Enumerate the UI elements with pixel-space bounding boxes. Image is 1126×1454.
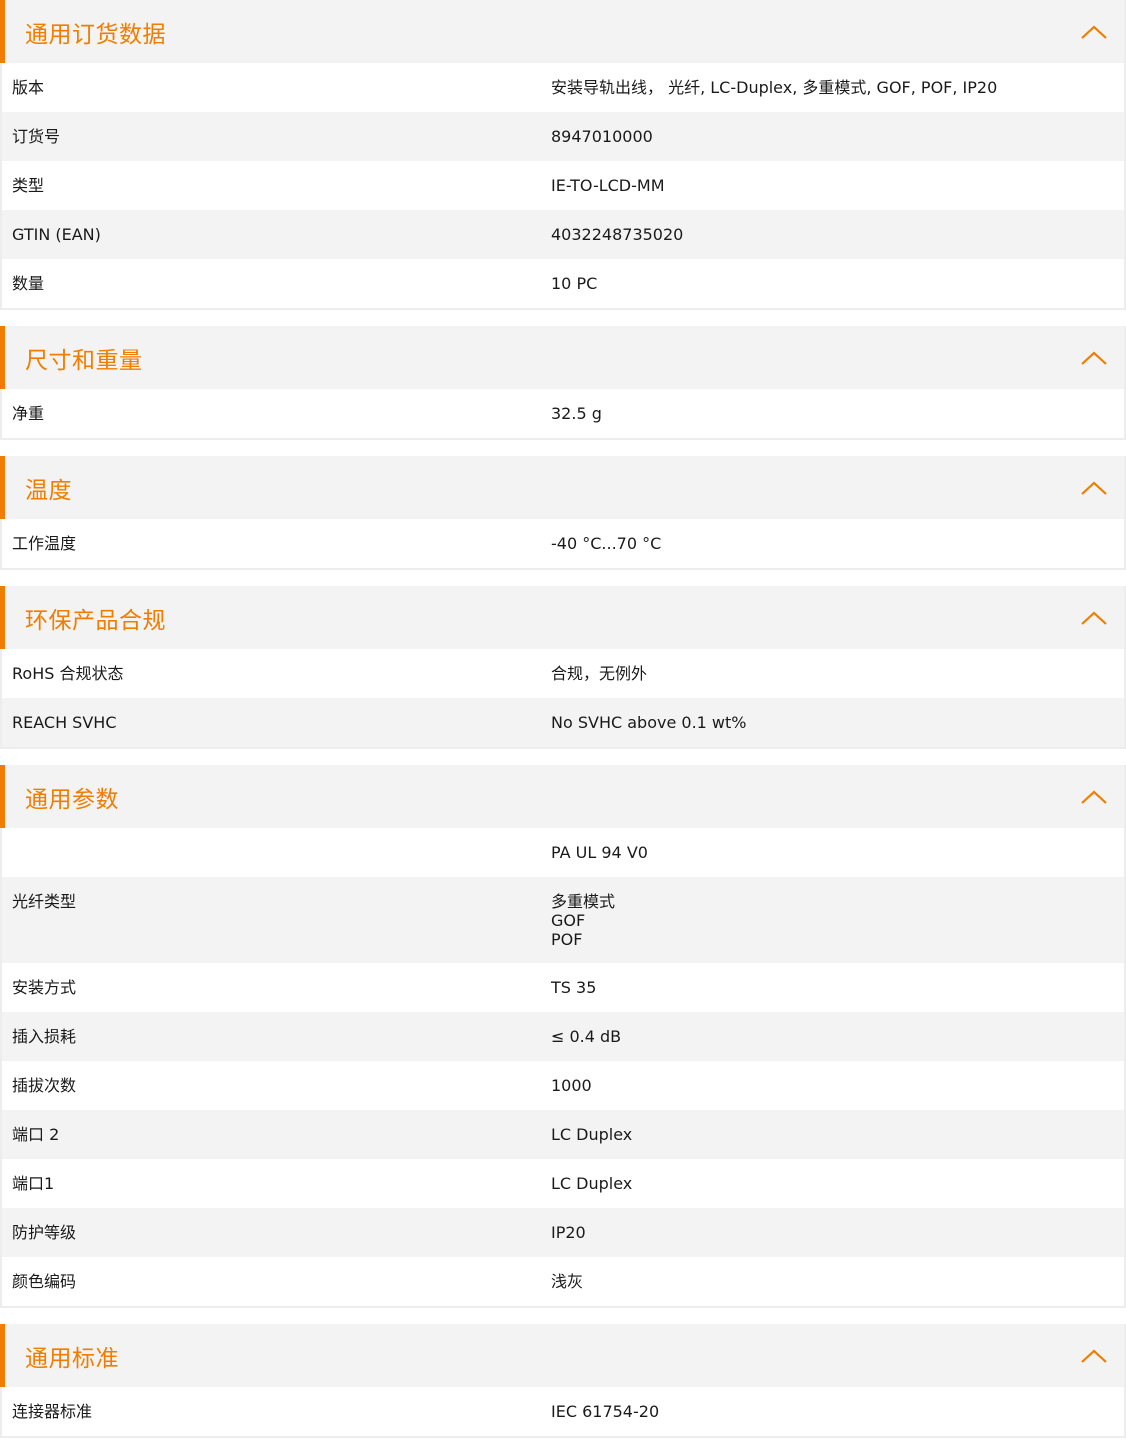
table-row: 端口 2 LC Duplex	[2, 1110, 1124, 1159]
row-label: 端口 2	[12, 1125, 60, 1144]
section-header[interactable]: 通用订货数据	[0, 0, 1124, 63]
table-row: 版本 安装导轨出线， 光纤, LC-Duplex, 多重模式, GOF, POF…	[2, 63, 1124, 112]
row-value: 1000	[551, 1076, 592, 1095]
chevron-up-icon[interactable]	[1080, 24, 1108, 40]
section-header[interactable]: 通用标准	[0, 1324, 1124, 1387]
section-title: 环保产品合规	[25, 607, 166, 634]
section-title: 温度	[25, 477, 72, 504]
section-general-order-data: 通用订货数据 版本 安装导轨出线， 光纤, LC-Duplex, 多重模式, G…	[0, 0, 1126, 310]
row-label: 净重	[12, 404, 45, 423]
row-value: 多重模式 GOF POF	[551, 892, 616, 949]
table-row: 类型 IE-TO-LCD-MM	[2, 161, 1124, 210]
section-title: 通用标准	[25, 1345, 119, 1372]
table-row: 工作温度 -40 °C...70 °C	[2, 519, 1124, 568]
row-value: 浅灰	[551, 1272, 584, 1291]
row-value: 10 PC	[551, 274, 598, 293]
row-value: IP20	[551, 1223, 586, 1242]
table-row: 颜色编码 浅灰	[2, 1257, 1124, 1306]
chevron-up-icon[interactable]	[1080, 610, 1108, 626]
table-row: 插拔次数 1000	[2, 1061, 1124, 1110]
section-environmental-compliance: 环保产品合规 RoHS 合规状态 合规，无例外 REACH SVHC No SV…	[0, 586, 1126, 749]
table-row: RoHS 合规状态 合规，无例外	[2, 649, 1124, 698]
row-value: TS 35	[551, 978, 597, 997]
row-value: 32.5 g	[551, 404, 602, 423]
section-dimensions-weight: 尺寸和重量 净重 32.5 g	[0, 326, 1126, 440]
row-label: 插拔次数	[12, 1076, 77, 1095]
table-row: 光纤类型 多重模式 GOF POF	[2, 877, 1124, 963]
row-value: ≤ 0.4 dB	[551, 1027, 622, 1046]
row-value: LC Duplex	[551, 1125, 633, 1144]
table-row: 插入损耗 ≤ 0.4 dB	[2, 1012, 1124, 1061]
table-row: REACH SVHC No SVHC above 0.1 wt%	[2, 698, 1124, 747]
section-title: 通用参数	[25, 786, 119, 813]
row-label: GTIN (EAN)	[12, 225, 101, 244]
row-value: 安装导轨出线， 光纤, LC-Duplex, 多重模式, GOF, POF, I…	[551, 78, 998, 97]
row-label: 安装方式	[12, 978, 77, 997]
row-label	[2, 828, 541, 877]
section-header[interactable]: 通用参数	[0, 765, 1124, 828]
table-row: 安装方式 TS 35	[2, 963, 1124, 1012]
row-label: RoHS 合规状态	[12, 664, 124, 683]
table-row: 数量 10 PC	[2, 259, 1124, 308]
row-value: No SVHC above 0.1 wt%	[551, 713, 747, 732]
row-value: PA UL 94 V0	[551, 843, 648, 862]
table-row: 端口1 LC Duplex	[2, 1159, 1124, 1208]
row-label: 数量	[12, 274, 45, 293]
chevron-up-icon[interactable]	[1080, 480, 1108, 496]
row-value: 4032248735020	[551, 225, 684, 244]
row-value: 合规，无例外	[551, 664, 648, 683]
table-row: 订货号 8947010000	[2, 112, 1124, 161]
row-label: 防护等级	[12, 1223, 77, 1242]
section-title: 通用订货数据	[25, 21, 166, 48]
row-label: 插入损耗	[12, 1027, 77, 1046]
section-general-parameters: 通用参数 PA UL 94 V0 光纤类型 多重模式 GOF POF 安装方式 …	[0, 765, 1126, 1308]
row-value: LC Duplex	[551, 1174, 633, 1193]
table-row: 连接器标准 IEC 61754-20	[2, 1387, 1124, 1436]
section-header[interactable]: 尺寸和重量	[0, 326, 1124, 389]
row-value: IE-TO-LCD-MM	[551, 176, 665, 195]
section-general-standards: 通用标准 连接器标准 IEC 61754-20	[0, 1324, 1126, 1438]
row-label: REACH SVHC	[12, 713, 117, 732]
chevron-up-icon[interactable]	[1080, 789, 1108, 805]
section-header[interactable]: 温度	[0, 456, 1124, 519]
chevron-up-icon[interactable]	[1080, 1348, 1108, 1364]
row-label: 工作温度	[12, 534, 77, 553]
row-label: 光纤类型	[12, 892, 77, 911]
section-header[interactable]: 环保产品合规	[0, 586, 1124, 649]
table-row: GTIN (EAN) 4032248735020	[2, 210, 1124, 259]
row-value: 8947010000	[551, 127, 653, 146]
row-value: -40 °C...70 °C	[551, 534, 662, 553]
section-temperature: 温度 工作温度 -40 °C...70 °C	[0, 456, 1126, 570]
chevron-up-icon[interactable]	[1080, 350, 1108, 366]
row-label: 连接器标准	[12, 1402, 93, 1421]
table-row: 防护等级 IP20	[2, 1208, 1124, 1257]
row-label: 类型	[12, 176, 45, 195]
table-row: PA UL 94 V0	[2, 828, 1124, 877]
spec-page: 通用订货数据 版本 安装导轨出线， 光纤, LC-Duplex, 多重模式, G…	[0, 0, 1126, 1454]
row-label: 端口1	[12, 1174, 55, 1193]
section-title: 尺寸和重量	[25, 347, 143, 374]
row-label: 颜色编码	[12, 1272, 77, 1291]
row-label: 订货号	[12, 127, 61, 146]
row-label: 版本	[12, 78, 45, 97]
row-value: IEC 61754-20	[551, 1402, 660, 1421]
table-row: 净重 32.5 g	[2, 389, 1124, 438]
